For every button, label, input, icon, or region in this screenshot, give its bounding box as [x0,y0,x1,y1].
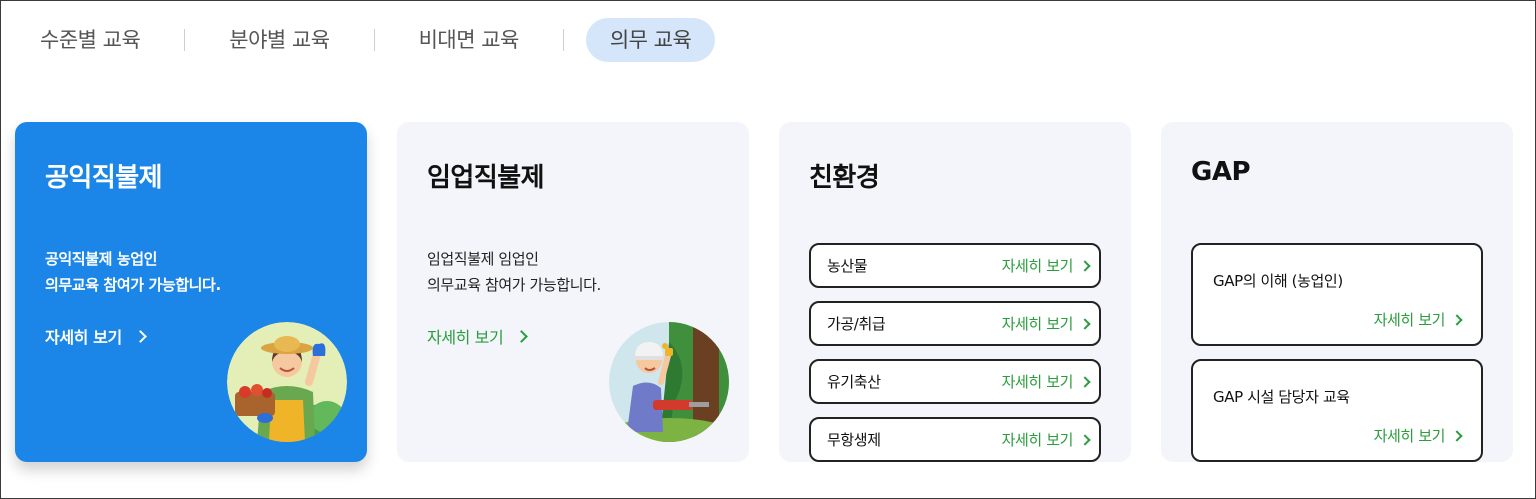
education-tabs: 수준별 교육 분야별 교육 비대면 교육 의무 교육 [18,18,716,62]
tab-divider [373,29,375,51]
gap-item-facility-manager[interactable]: GAP 시설 담당자 교육 자세히 보기 [1191,359,1483,462]
details-link[interactable]: 자세히 보기 [427,324,529,348]
chevron-right-icon [133,329,147,343]
details-link-label: 자세히 보기 [1001,373,1074,391]
chevron-right-icon [1079,433,1091,446]
details-link[interactable]: 자세히 보기 [1001,429,1091,450]
chevron-right-icon [1451,429,1463,442]
tab-online-education[interactable]: 비대면 교육 [397,18,541,62]
card-gap: GAP GAP의 이해 (농업인) 자세히 보기 GAP 시설 담당자 교육 자… [1161,122,1513,462]
gap-item-understanding[interactable]: GAP의 이해 (농업인) 자세히 보기 [1191,243,1483,346]
item-label: 농산물 [827,257,868,275]
item-label: 가공/취급 [827,315,886,333]
card-desc-line: 임업직불제 임업인 [427,250,539,268]
farmer-illustration [227,322,347,442]
item-label: GAP의 이해 (농업인) [1213,272,1343,290]
details-link-label: 자세히 보기 [45,328,122,347]
details-link-label: 자세히 보기 [1373,427,1446,445]
card-description: 공익직불제 농업인 의무교육 참여가 가능합니다. [45,246,221,298]
chevron-right-icon [1079,375,1091,388]
chevron-right-icon [1451,313,1463,326]
card-title: 친환경 [809,163,880,193]
card-eco-friendly: 친환경 농산물 자세히 보기 가공/취급 자세히 보기 유기축산 자세히 보기 … [779,122,1131,462]
details-link-label: 자세히 보기 [1001,315,1074,333]
card-desc-line: 의무교육 참여가 가능합니다. [45,276,221,294]
details-link-label: 자세히 보기 [1001,257,1074,275]
eco-item-processing-handling[interactable]: 가공/취급 자세히 보기 [809,301,1101,346]
details-link[interactable]: 자세히 보기 [45,324,147,348]
details-link[interactable]: 자세히 보기 [1001,255,1091,276]
item-label: 무항생제 [827,431,881,449]
details-link-label: 자세히 보기 [1001,431,1074,449]
tab-divider [184,29,186,51]
tab-mandatory-education[interactable]: 의무 교육 [585,18,716,62]
details-link[interactable]: 자세히 보기 [1373,309,1463,330]
card-title: GAP [1191,157,1251,187]
details-link-label: 자세히 보기 [427,328,504,347]
item-label: GAP 시설 담당자 교육 [1213,388,1350,406]
eco-item-agricultural-products[interactable]: 농산물 자세히 보기 [809,243,1101,288]
tab-divider [562,29,564,51]
forester-illustration [609,322,729,442]
item-label: 유기축산 [827,373,881,391]
card-desc-line: 의무교육 참여가 가능합니다. [427,276,601,294]
card-public-payment[interactable]: 공익직불제 공익직불제 농업인 의무교육 참여가 가능합니다. 자세히 보기 [15,122,367,462]
details-link[interactable]: 자세히 보기 [1001,313,1091,334]
card-desc-line: 공익직불제 농업인 [45,250,158,268]
details-link[interactable]: 자세히 보기 [1001,371,1091,392]
details-link[interactable]: 자세히 보기 [1373,425,1463,446]
tab-level-education[interactable]: 수준별 교육 [18,18,162,62]
details-link-label: 자세히 보기 [1373,311,1446,329]
chevron-right-icon [515,329,529,343]
eco-item-organic-livestock[interactable]: 유기축산 자세히 보기 [809,359,1101,404]
card-forestry-payment[interactable]: 임업직불제 임업직불제 임업인 의무교육 참여가 가능합니다. 자세히 보기 [397,122,749,462]
card-title: 임업직불제 [427,163,545,193]
eco-item-antibiotic-free[interactable]: 무항생제 자세히 보기 [809,417,1101,462]
chevron-right-icon [1079,317,1091,330]
chevron-right-icon [1079,259,1091,272]
tab-field-education[interactable]: 분야별 교육 [207,18,351,62]
card-title: 공익직불제 [45,163,163,193]
card-description: 임업직불제 임업인 의무교육 참여가 가능합니다. [427,246,601,298]
